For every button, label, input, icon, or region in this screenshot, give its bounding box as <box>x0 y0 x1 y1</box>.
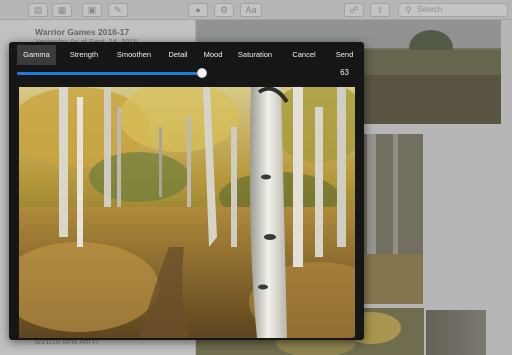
tab-gamma[interactable]: Gamma <box>17 45 56 65</box>
gamma-slider-thumb[interactable] <box>197 68 207 78</box>
gamma-slider-value: 63 <box>340 68 349 77</box>
notes-app-window: ▤ ▦ ▣ ✎ ● ⚙ Aa ☍ ⇧ ⚲ Search Warrior Game… <box>0 0 512 355</box>
tab-smoothen[interactable]: Smoothen <box>109 45 159 65</box>
tab-strength[interactable]: Strength <box>61 45 107 65</box>
photo-filter-popup: Gamma Strength Smoothen Detail Mood Satu… <box>9 42 364 340</box>
cancel-button[interactable]: Cancel <box>283 45 325 65</box>
preview-photo <box>19 87 355 338</box>
filter-tabs: Gamma Strength Smoothen Detail Mood Satu… <box>17 45 362 65</box>
tab-saturation[interactable]: Saturation <box>229 45 281 65</box>
tab-detail[interactable]: Detail <box>159 45 197 65</box>
send-button[interactable]: Send <box>327 45 362 65</box>
tab-mood[interactable]: Mood <box>197 45 229 65</box>
gamma-slider-track[interactable] <box>17 72 203 75</box>
